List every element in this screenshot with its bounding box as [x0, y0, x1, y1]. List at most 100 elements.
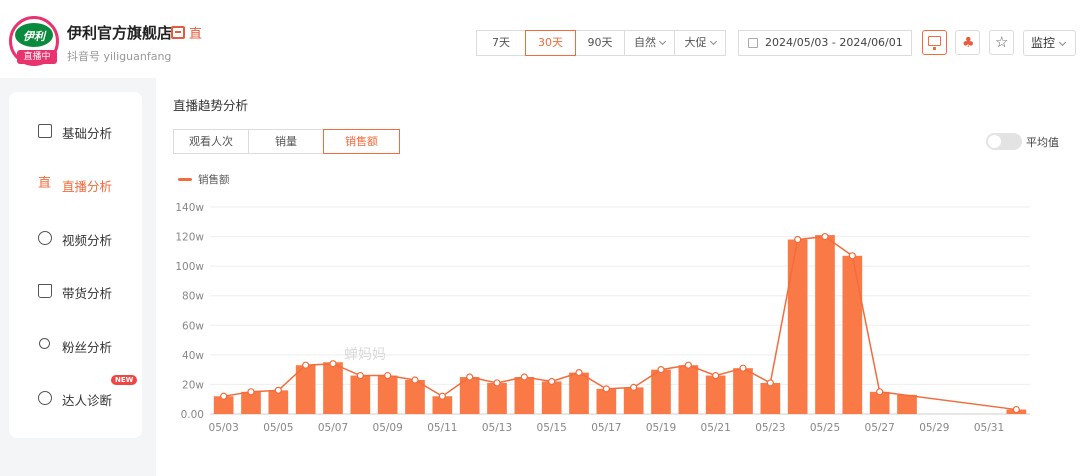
y-tick-label: 0.00: [181, 409, 204, 421]
x-tick-label: 05/09: [373, 422, 403, 434]
bar: [623, 387, 644, 414]
clover-button[interactable]: ♣: [955, 30, 980, 55]
bar: [897, 394, 917, 414]
x-tick-label: 05/29: [919, 422, 949, 434]
filter-natural-label: 自然: [634, 36, 656, 49]
sidebar-item-video[interactable]: 视频分析: [9, 223, 142, 253]
data-point: [630, 383, 638, 391]
data-point: [657, 366, 665, 374]
chevron-down-icon: [1058, 38, 1067, 47]
data-point: [302, 361, 310, 369]
store-icon[interactable]: [171, 26, 185, 39]
bag-icon: [38, 284, 52, 298]
data-point: [766, 379, 774, 387]
monitor-label: 监控: [1031, 36, 1056, 50]
bar: [350, 375, 371, 414]
bar: [705, 375, 726, 414]
bar: [541, 381, 562, 414]
watermark: 蝉妈妈: [344, 347, 386, 363]
sidebar-item-fans[interactable]: 粉丝分析: [9, 330, 142, 360]
bar: [787, 239, 808, 414]
data-point: [274, 386, 282, 394]
sidebar-item-influencer[interactable]: 达人诊断 NEW: [9, 375, 142, 413]
monitor-dropdown[interactable]: 监控: [1023, 30, 1076, 56]
data-point: [520, 373, 528, 381]
bar-chart-icon: [38, 124, 52, 138]
x-tick-label: 05/15: [537, 422, 567, 434]
main-panel: 直播趋势分析 观看人次 销量 销售额 平均值 销售额 0.00 20w 40w 60w…: [156, 78, 1080, 476]
sidebar-item-basic[interactable]: 基础分析: [9, 116, 142, 146]
x-tick-label: 05/07: [318, 422, 348, 434]
data-point: [247, 388, 255, 396]
bar: [323, 362, 343, 414]
bar: [569, 372, 589, 414]
y-tick-label: 60w: [182, 320, 204, 332]
tab-views[interactable]: 观看人次: [173, 129, 249, 154]
data-point: [438, 392, 446, 400]
bar: [405, 379, 425, 414]
data-point: [493, 379, 501, 387]
data-point: [684, 361, 692, 369]
y-tick-label: 140w: [175, 202, 204, 214]
data-point: [466, 373, 474, 381]
play-icon: [38, 231, 52, 245]
bar: [596, 388, 617, 414]
screen-mode-button[interactable]: [922, 30, 947, 55]
data-point: [329, 360, 337, 368]
filter-natural-dropdown[interactable]: 自然: [624, 30, 675, 56]
y-tick-label: 20w: [182, 379, 204, 391]
bar: [815, 235, 835, 414]
data-point: [548, 377, 556, 386]
live-icon: 直: [38, 176, 52, 191]
data-point: [384, 371, 392, 380]
data-point: [602, 385, 610, 393]
live-badge: 直播中: [17, 50, 57, 64]
data-point: [794, 235, 802, 244]
x-tick-label: 05/19: [646, 422, 676, 434]
logo-text: 伊利: [23, 30, 45, 43]
data-point: [876, 388, 884, 396]
live-icon[interactable]: 直: [189, 23, 202, 42]
average-toggle-label: 平均值: [1026, 136, 1059, 149]
chevron-down-icon: [658, 37, 667, 46]
header: 伊利 直播中 伊利官方旗舰店 直 抖音号 yiliguanfang 7天 30天…: [0, 0, 1080, 78]
store-name[interactable]: 伊利官方旗舰店: [67, 22, 172, 43]
data-point: [712, 371, 720, 380]
average-toggle[interactable]: [986, 133, 1022, 150]
douyin-id: 抖音号 yiliguanfang: [67, 50, 172, 63]
data-point: [1012, 405, 1020, 414]
data-point: [575, 369, 583, 377]
data-point: [821, 232, 829, 241]
toggle-knob: [988, 135, 1001, 148]
sidebar-item-label: 基础分析: [62, 126, 113, 141]
bar: [842, 255, 863, 414]
date-range-picker[interactable]: 2024/05/03 - 2024/06/01: [738, 30, 912, 56]
sidebar-item-live[interactable]: 直 直播分析: [9, 169, 142, 199]
x-tick-label: 05/17: [591, 422, 621, 434]
sidebar-item-label: 粉丝分析: [62, 340, 113, 355]
sidebar: 基础分析 直 直播分析 视频分析 带货分析 粉丝分析 达人诊断 NEW: [9, 92, 142, 438]
data-point: [356, 371, 364, 380]
period-90-button[interactable]: 90天: [575, 30, 625, 56]
favorite-button[interactable]: ☆: [989, 30, 1014, 55]
data-point: [220, 392, 228, 400]
sidebar-item-label: 带货分析: [62, 286, 113, 301]
x-tick-label: 05/05: [263, 422, 293, 434]
tab-revenue[interactable]: 销售额: [323, 129, 400, 154]
chart-legend[interactable]: 销售额: [178, 172, 230, 187]
bar: [733, 368, 753, 414]
period-7-button[interactable]: 7天: [476, 30, 526, 56]
bar: [678, 365, 699, 414]
filter-promo-label: 大促: [684, 36, 707, 49]
date-range-value: 2024/05/03 - 2024/06/01: [765, 36, 903, 49]
calendar-icon: [748, 38, 758, 48]
sidebar-item-sales[interactable]: 带货分析: [9, 276, 142, 306]
tab-volume[interactable]: 销量: [248, 129, 324, 154]
y-tick-label: 40w: [182, 350, 204, 362]
x-tick-label: 05/21: [701, 422, 731, 434]
legend-swatch: [178, 177, 192, 181]
filter-promo-dropdown[interactable]: 大促: [674, 30, 726, 56]
period-30-button[interactable]: 30天: [525, 30, 576, 56]
sidebar-item-label: 达人诊断: [62, 393, 113, 408]
bar: [514, 377, 535, 414]
